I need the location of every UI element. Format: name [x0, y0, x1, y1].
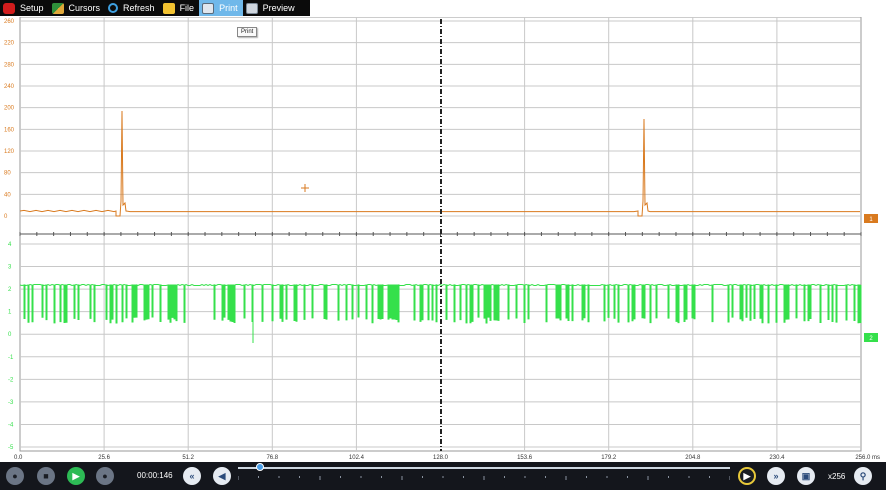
playback-slider-thumb[interactable] — [256, 463, 265, 471]
channel2-tick-label: 3 — [8, 265, 12, 271]
step-back-button[interactable]: ◀ — [213, 467, 231, 485]
zoom-button[interactable]: ⚲ — [854, 467, 872, 485]
fast-forward-icon: » — [773, 471, 779, 481]
channel1-tick-label: 40 — [4, 192, 11, 198]
setup-button[interactable]: Setup — [0, 0, 49, 16]
channel2-tick-label: 2 — [8, 287, 12, 293]
time-tick-label: 153.6 — [517, 455, 533, 461]
channel1-tick-label: 80 — [4, 171, 11, 177]
toolbar: Setup Cursors Refresh File Print Preview — [0, 0, 310, 16]
channel2-tick-label: -2 — [8, 377, 14, 383]
printer-icon — [202, 2, 215, 14]
fast-forward-button[interactable]: » — [767, 467, 785, 485]
channel2-tick-label: -3 — [8, 400, 14, 406]
stop-icon: ■ — [43, 471, 49, 481]
record-icon: ● — [102, 471, 108, 481]
time-tick-label: 25.6 — [98, 455, 110, 461]
camera-icon: ● — [12, 471, 18, 481]
channel1-y-axis: 260 220 280 240 200 160 120 80 40 0 — [4, 19, 15, 220]
time-tick-label: 230.4 — [769, 455, 785, 461]
channel1-tick-label: 200 — [4, 106, 15, 112]
channel1-tick-label: 120 — [4, 149, 15, 155]
cursors-label: Cursors — [68, 3, 101, 13]
time-tick-label: 179.2 — [601, 455, 617, 461]
camera-button[interactable]: ● — [6, 467, 24, 485]
channel2-marker[interactable]: 2 — [864, 333, 878, 342]
save-button[interactable]: ▣ — [797, 467, 815, 485]
fast-back-button[interactable]: « — [183, 467, 201, 485]
channel1-tick-label: 160 — [4, 127, 15, 133]
time-axis: 0.0 25.6 51.2 76.8 102.4 128.0 153.6 179.2 204.8… — [14, 455, 880, 461]
time-tick-label: 0.0 — [14, 455, 23, 461]
playback-bar: ● ■ ▶ ● 00:00:146 « ◀ ▶ » ▣ x256 ⚲ — [0, 462, 886, 490]
refresh-button[interactable]: Refresh — [105, 0, 160, 16]
zoom-readout: x256 — [828, 472, 846, 481]
channel1-tick-label: 240 — [4, 84, 15, 90]
file-label: File — [179, 3, 195, 13]
channel1-marker[interactable]: 1 — [864, 214, 878, 223]
preview-label: Preview — [262, 3, 295, 13]
time-tick-label: 256.0 ms — [855, 455, 880, 461]
print-label: Print — [219, 3, 238, 13]
channel1-tick-label: 280 — [4, 62, 15, 68]
time-tick-label: 76.8 — [266, 455, 278, 461]
play-icon: ▶ — [72, 470, 80, 481]
channel1-tick-label: 0 — [4, 214, 8, 220]
step-forward-icon: ▶ — [743, 470, 751, 481]
preview-icon — [245, 2, 258, 14]
step-back-icon: ◀ — [218, 470, 226, 481]
channel2-tick-label: -5 — [8, 445, 14, 451]
setup-icon — [3, 2, 15, 14]
time-tick-label: 102.4 — [349, 455, 365, 461]
time-tick-label: 51.2 — [182, 455, 194, 461]
preview-button[interactable]: Preview — [243, 0, 300, 16]
file-button[interactable]: File — [160, 0, 200, 16]
channel2-tick-label: 0 — [8, 332, 12, 338]
channel2-tick-label: 4 — [8, 242, 12, 248]
cursors-icon — [51, 2, 64, 14]
refresh-icon — [108, 3, 119, 13]
time-readout: 00:00:146 — [137, 471, 173, 480]
channel1-tick-label: 220 — [4, 41, 15, 47]
scope-app: Setup Cursors Refresh File Print Preview… — [0, 0, 886, 490]
playback-slider-track[interactable] — [238, 467, 730, 469]
record-button[interactable]: ● — [96, 467, 114, 485]
cursors-button[interactable]: Cursors — [49, 0, 106, 16]
print-button[interactable]: Print — [199, 0, 243, 16]
stop-button[interactable]: ■ — [37, 467, 55, 485]
setup-label: Setup — [20, 3, 44, 13]
channel2-tick-label: -1 — [8, 355, 14, 361]
step-forward-button[interactable]: ▶ — [738, 467, 756, 485]
scope-display[interactable]: 260 220 280 240 200 160 120 80 40 0 4 3 2 1 0 -1 -2 -3 -4… — [0, 17, 886, 462]
crosshair-marker[interactable] — [301, 184, 309, 192]
fast-back-icon: « — [189, 471, 195, 481]
refresh-label: Refresh — [123, 3, 155, 13]
time-tick-label: 128.0 — [433, 455, 449, 461]
channel1-tick-label: 260 — [4, 19, 15, 25]
play-button[interactable]: ▶ — [67, 467, 85, 485]
magnifier-icon: ⚲ — [859, 470, 867, 481]
channel2-tick-label: 1 — [8, 310, 12, 316]
print-tooltip: Print — [237, 27, 258, 37]
save-icon: ▣ — [801, 470, 811, 481]
channel2-tick-label: -4 — [8, 422, 14, 428]
folder-icon — [162, 2, 175, 14]
channel2-y-axis: 4 3 2 1 0 -1 -2 -3 -4 -5 — [8, 242, 14, 451]
time-tick-label: 204.8 — [685, 455, 701, 461]
slider-ticks — [238, 476, 730, 480]
